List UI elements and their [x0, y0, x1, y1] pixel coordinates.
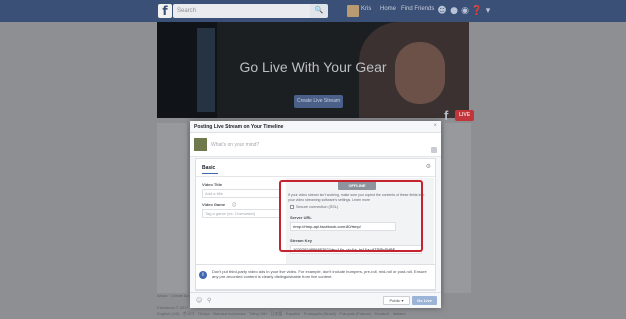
divider — [196, 176, 435, 177]
facebook-f-icon: f — [444, 108, 449, 123]
modal-footer: ☺ ⚲ Public ▾ Go Live — [190, 292, 441, 308]
profile-link[interactable]: Kris — [361, 6, 371, 12]
info-icon[interactable]: ⓘ — [232, 202, 236, 208]
modal-title: Posting Live Stream on Your Timeline — [194, 124, 284, 130]
search-input[interactable]: Search — [173, 4, 310, 18]
footer-languages: English (US) · 한국어 · Türkçe · Bahasa Ind… — [157, 311, 406, 316]
avatar[interactable] — [347, 5, 359, 17]
home-link[interactable]: Home — [380, 6, 396, 12]
modal-header: Posting Live Stream on Your Timeline × — [190, 121, 441, 133]
close-icon[interactable]: × — [433, 123, 437, 129]
video-game-label: Video Game — [202, 202, 226, 207]
video-game-input[interactable]: Tag a game (ex: Overwatch) — [202, 209, 280, 218]
composer[interactable]: What's on your mind? — [190, 133, 441, 157]
background-panel — [444, 123, 471, 293]
gear-icon[interactable]: ⚙ — [426, 163, 431, 170]
location-icon[interactable]: ⚲ — [207, 297, 214, 304]
footer-links: About · Create Ad — [157, 293, 189, 298]
emoji-icon[interactable] — [431, 147, 437, 153]
avatar — [194, 138, 207, 151]
search-icon[interactable]: 🔍 — [310, 4, 328, 18]
tab-underline — [202, 173, 218, 174]
tab-basic[interactable]: Basic — [202, 165, 215, 171]
tag-friends-icon[interactable]: ☺ — [196, 297, 203, 304]
notice-text: Don't put third-party video ads in your … — [212, 269, 427, 280]
account-menu-icon[interactable]: ▾ — [482, 5, 494, 17]
facebook-logo-icon[interactable]: f — [158, 4, 172, 18]
footer-copyright: Facebook © 2017 — [157, 305, 189, 310]
composer-input[interactable]: What's on your mind? — [211, 142, 259, 148]
info-icon: i — [199, 271, 207, 279]
video-title-input[interactable]: Add a title — [202, 189, 280, 198]
highlight-box — [279, 180, 423, 252]
background-panel — [157, 123, 187, 293]
video-title-label: Video Title — [202, 182, 223, 187]
create-live-stream-button[interactable]: Create Live Stream — [294, 95, 343, 108]
find-friends-link[interactable]: Find Friends — [401, 6, 434, 12]
go-live-button[interactable]: Go Live — [412, 296, 437, 305]
third-party-ads-notice: i Don't put third-party video ads in you… — [195, 264, 436, 290]
live-badge: LIVE — [455, 110, 474, 121]
audience-selector-button[interactable]: Public ▾ — [383, 296, 410, 305]
top-navigation-bar: f Search 🔍 Kris Home Find Friends ☻ ● ◉ … — [0, 0, 626, 22]
cover-title: Go Live With Your Gear — [239, 59, 387, 75]
friend-requests-icon[interactable]: ☻ — [436, 5, 448, 17]
notifications-icon[interactable]: ◉ — [459, 5, 471, 17]
cover-banner: Go Live With Your Gear Create Live Strea… — [157, 22, 469, 118]
